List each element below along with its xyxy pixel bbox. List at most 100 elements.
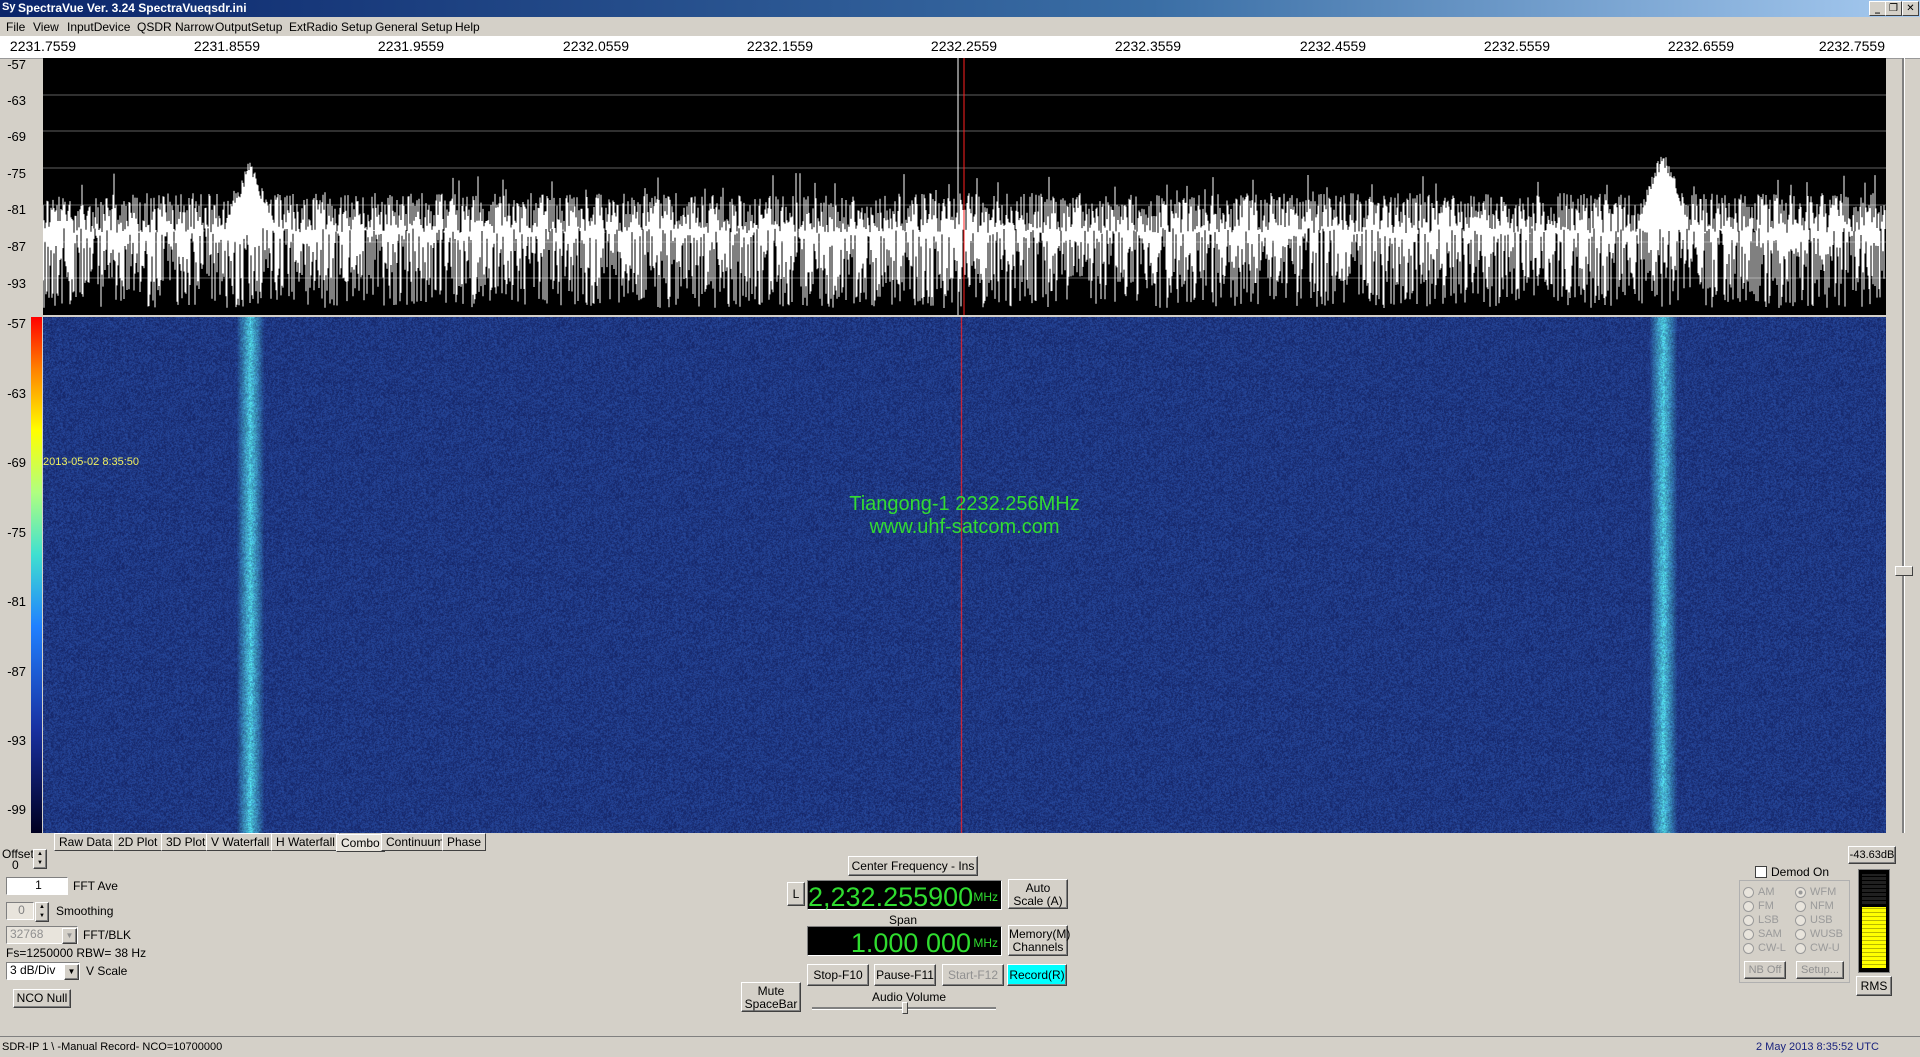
frequency-unit: MHz (973, 890, 998, 904)
spectrum-y-label: -87 (7, 239, 26, 254)
overlay-url: www.uhf-satcom.com (869, 516, 1060, 538)
waterfall-y-label: -81 (7, 594, 26, 609)
mode-cw-u[interactable]: CW-U (1795, 942, 1840, 954)
fft-blk-dropdown-icon[interactable]: ▼ (62, 928, 77, 944)
tab-v-waterfall[interactable]: V Waterfall (206, 833, 275, 851)
span-value: 1.000 000 (850, 928, 971, 958)
frequency-axis: 2231.7559 2231.8559 2231.9559 2232.0559 … (0, 36, 1920, 59)
mode-lsb[interactable]: LSB (1743, 914, 1779, 926)
freq-tick: 2232.5559 (1483, 38, 1551, 54)
freq-tick: 2232.3559 (1114, 38, 1182, 54)
mode-am[interactable]: AM (1743, 886, 1775, 898)
restore-icon[interactable]: ❐ (1885, 1, 1902, 16)
record-button[interactable]: Record(R) (1007, 964, 1067, 986)
nco-null-button[interactable]: NCO Null (13, 989, 71, 1008)
demod-on-label: Demod On (1771, 865, 1830, 879)
overlay-title: Tiangong-1 2232.256MHz (849, 493, 1080, 515)
smoothing-input[interactable]: 0 (6, 902, 34, 920)
lock-button[interactable]: L (787, 882, 805, 906)
tab-phase[interactable]: Phase (442, 833, 487, 851)
spectrum-y-label: -93 (7, 276, 26, 291)
level-meter (1858, 869, 1890, 973)
tab-continuum[interactable]: Continuum (381, 833, 450, 851)
stop-button[interactable]: Stop-F10 (807, 964, 869, 986)
radio-icon (1743, 900, 1754, 912)
slider-thumb[interactable] (1895, 566, 1913, 576)
mode-nfm[interactable]: NFM (1795, 900, 1834, 912)
fft-blk-label: FFT/BLK (83, 928, 132, 942)
waterfall-y-label: -87 (7, 664, 26, 679)
waterfall-y-label: -75 (7, 525, 26, 540)
spectrum-y-label: -57 (7, 57, 26, 72)
radio-icon (1795, 914, 1806, 926)
mode-fm[interactable]: FM (1743, 900, 1774, 912)
menu-view[interactable]: View (33, 20, 59, 34)
freq-tick: 2232.7559 (1818, 38, 1885, 54)
waterfall-timestamp: 2013-05-02 8:35:50 (43, 456, 140, 468)
volume-thumb[interactable] (902, 1002, 908, 1014)
freq-tick: 2232.1559 (746, 38, 814, 54)
status-left: SDR-IP 1 \ -Manual Record- NCO=10700000 (2, 1041, 223, 1053)
demod-on-checkbox[interactable] (1755, 866, 1767, 878)
spectrum-plot[interactable] (42, 58, 1886, 315)
fft-ave-input[interactable]: 1 (6, 877, 68, 895)
freq-tick: 2231.9559 (377, 38, 445, 54)
span-label: Span (889, 913, 918, 927)
spectrum-y-label: -63 (7, 93, 26, 108)
tab-h-waterfall[interactable]: H Waterfall (271, 833, 340, 851)
waterfall-y-label: -63 (7, 386, 26, 401)
mute-button[interactable]: Mute SpaceBar (741, 982, 801, 1012)
freq-tick: 2232.2559 (930, 38, 998, 54)
radio-icon (1743, 886, 1754, 898)
menu-file[interactable]: File (6, 20, 25, 34)
radio-selected-icon (1795, 886, 1806, 898)
offset-spinner[interactable]: ▲ ▼ (33, 849, 47, 869)
pause-button[interactable]: Pause-F11 (874, 964, 936, 986)
nb-off-button[interactable]: NB Off (1744, 961, 1786, 979)
status-bar: SDR-IP 1 \ -Manual Record- NCO=10700000 … (0, 1036, 1920, 1057)
spectrum-y-label: -75 (7, 166, 26, 181)
audio-volume-slider[interactable] (812, 1002, 996, 1014)
radio-icon (1795, 900, 1806, 912)
menu-general-setup[interactable]: General Setup (375, 20, 452, 34)
mode-usb[interactable]: USB (1795, 914, 1833, 926)
waterfall-display[interactable]: Tiangong-1 2232.256MHz www.uhf-satcom.co… (43, 317, 1886, 833)
rms-button[interactable]: RMS (1856, 976, 1892, 996)
tab-3d-plot[interactable]: 3D Plot (161, 833, 211, 851)
waterfall-y-label: -99 (7, 802, 26, 817)
window-title: SpectraVue Ver. 3.24 SpectraVueqsdr.ini (18, 1, 247, 15)
menu-outputsetup[interactable]: OutputSetup (215, 20, 282, 34)
minimize-icon[interactable]: _ (1869, 1, 1886, 16)
radio-icon (1743, 928, 1754, 940)
title-bar: Sy SpectraVue Ver. 3.24 SpectraVueqsdr.i… (0, 0, 1920, 17)
spectrum-trace (42, 58, 1886, 315)
waterfall-y-label: -93 (7, 733, 26, 748)
smoothing-spinner[interactable]: ▲ ▼ (35, 902, 49, 922)
waterfall-canvas (43, 317, 1886, 833)
center-frequency-button[interactable]: Center Frequency - Ins (848, 856, 978, 876)
mode-sam[interactable]: SAM (1743, 928, 1782, 940)
tab-raw-data[interactable]: Raw Data (54, 833, 117, 851)
display-offset-slider[interactable] (1895, 58, 1913, 833)
menu-qsdr-narrow[interactable]: QSDR Narrow (137, 20, 214, 34)
span-display[interactable]: 1.000 000 MHz (807, 926, 1002, 958)
tab-2d-plot[interactable]: 2D Plot (113, 833, 163, 851)
mode-wusb[interactable]: WUSB (1795, 928, 1843, 940)
mode-wfm[interactable]: WFM (1795, 886, 1836, 898)
setup-button[interactable]: Setup... (1796, 961, 1844, 979)
menu-extradio-setup[interactable]: ExtRadio Setup (289, 20, 372, 34)
start-button[interactable]: Start-F12 (942, 964, 1004, 986)
vscale-dropdown-icon[interactable]: ▼ (64, 964, 79, 980)
close-icon[interactable]: ✕ (1902, 1, 1919, 16)
radio-icon (1743, 942, 1754, 954)
menu-help[interactable]: Help (455, 20, 480, 34)
fs-rbw-info: Fs=1250000 RBW= 38 Hz (6, 946, 147, 960)
vscale-label: V Scale (86, 964, 128, 978)
frequency-display[interactable]: 2,232.255900 MHz (807, 880, 1002, 912)
tab-combo[interactable]: Combo (336, 834, 385, 852)
memory-channels-button[interactable]: Memory(M) Channels (1008, 925, 1070, 956)
menu-inputdevice[interactable]: InputDevice (67, 20, 130, 34)
freq-tick: 2232.4559 (1299, 38, 1367, 54)
mode-cw-l[interactable]: CW-L (1743, 942, 1786, 954)
auto-scale-button[interactable]: Auto Scale (A) (1008, 879, 1068, 909)
